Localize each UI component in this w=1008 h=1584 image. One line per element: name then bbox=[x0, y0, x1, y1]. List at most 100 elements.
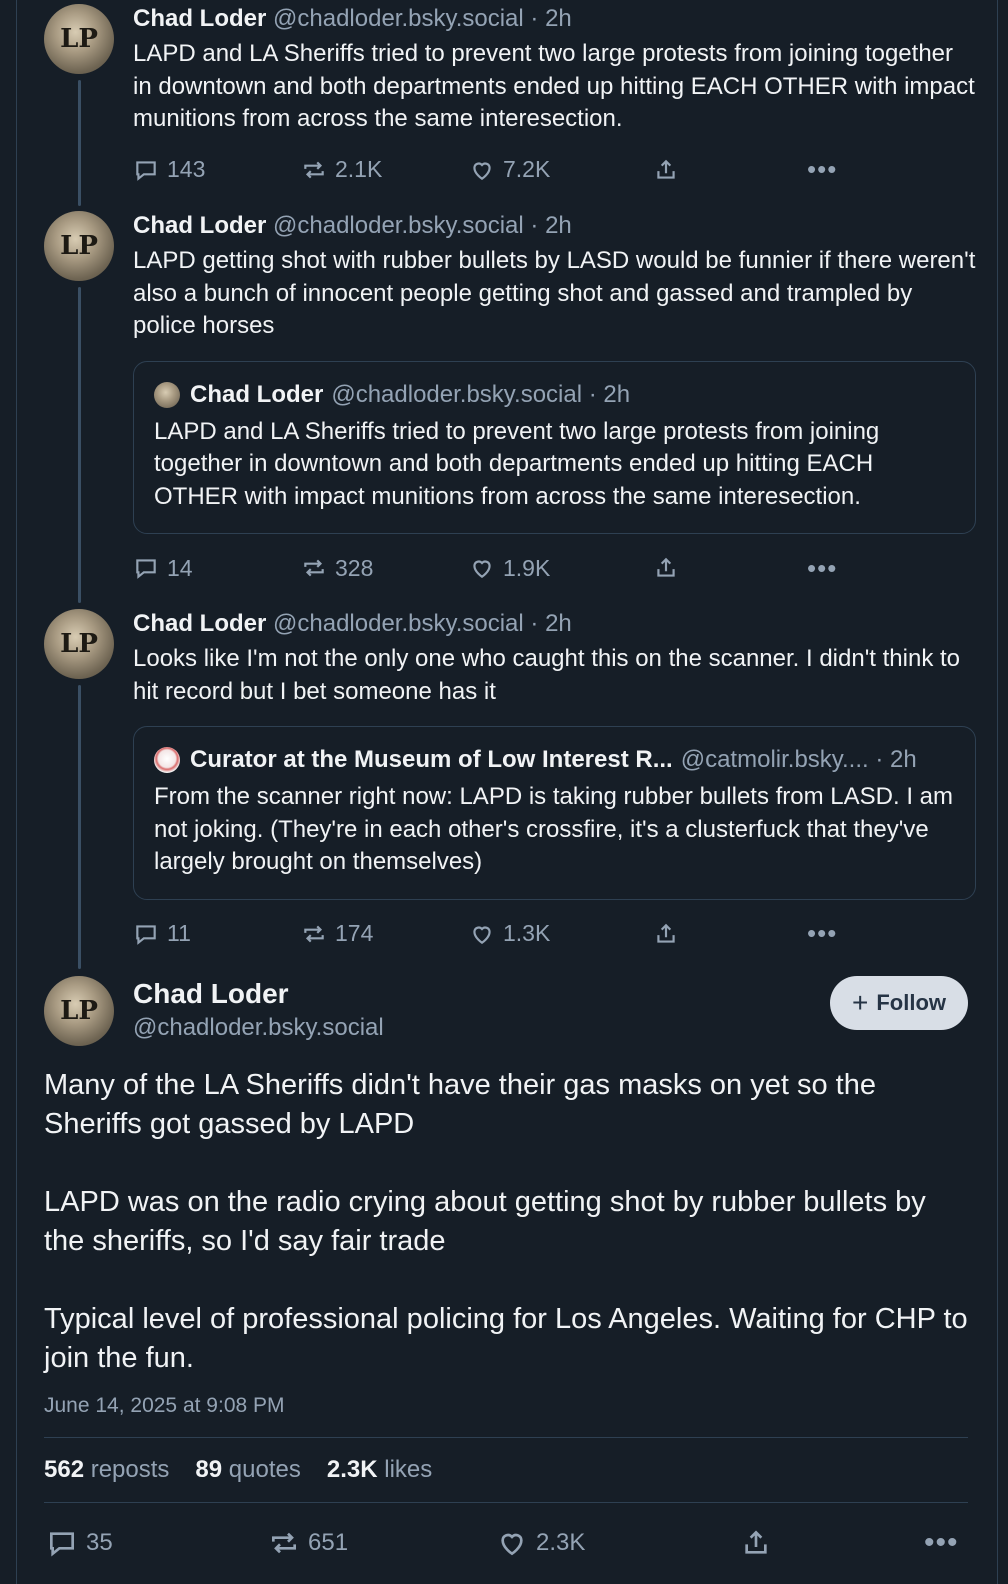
share-button[interactable] bbox=[653, 150, 679, 190]
thread-post[interactable]: LP Chad Loder @chadloder.bsky.social · 2… bbox=[44, 4, 976, 206]
reply-count: 11 bbox=[167, 920, 191, 946]
repost-button[interactable]: 174 bbox=[301, 914, 373, 954]
author-handle[interactable]: @chadloder.bsky.social bbox=[273, 610, 524, 637]
repost-icon bbox=[304, 925, 324, 942]
quoted-author-handle: @chadloder.bsky.social bbox=[331, 380, 583, 408]
repost-button[interactable]: 328 bbox=[301, 548, 373, 588]
reply-button[interactable]: 14 bbox=[133, 548, 193, 588]
quoted-avatar bbox=[154, 381, 180, 408]
heart-icon bbox=[473, 560, 491, 578]
post-actions: 14 328 1.9K ••• bbox=[133, 548, 976, 588]
heart-icon bbox=[473, 162, 491, 180]
post-time: · 2h bbox=[530, 212, 572, 239]
like-count: 1.9K bbox=[503, 554, 551, 581]
follow-button[interactable]: + Follow bbox=[830, 976, 968, 1030]
reposts-stat[interactable]: 562 reposts bbox=[44, 1456, 169, 1484]
post-paragraph: Many of the LA Sheriffs didn't have thei… bbox=[44, 1069, 876, 1140]
repost-icon bbox=[272, 1532, 296, 1554]
heart-icon bbox=[473, 926, 491, 944]
focused-post-text: Many of the LA Sheriffs didn't have thei… bbox=[44, 1066, 968, 1378]
author-name[interactable]: Chad Loder bbox=[133, 5, 266, 32]
avatar[interactable]: LP bbox=[44, 976, 114, 1046]
more-icon: ••• bbox=[807, 552, 838, 583]
thread-post[interactable]: LP Chad Loder @chadloder.bsky.social · 2… bbox=[44, 609, 976, 969]
share-icon bbox=[657, 557, 675, 577]
more-options-button[interactable]: ••• bbox=[807, 548, 837, 588]
author-name[interactable]: Chad Loder bbox=[133, 212, 266, 239]
reply-button[interactable]: 35 bbox=[46, 1523, 113, 1563]
more-icon: ••• bbox=[807, 918, 838, 948]
quoted-avatar bbox=[154, 747, 180, 773]
post-text: LAPD getting shot with rubber bullets by… bbox=[133, 247, 976, 339]
post-time: · 2h bbox=[530, 5, 572, 32]
focused-post: LP Chad Loder @chadloder.bsky.social + F… bbox=[44, 976, 968, 1583]
repost-count: 651 bbox=[308, 1529, 349, 1556]
avatar[interactable]: LP bbox=[44, 609, 114, 679]
likes-stat[interactable]: 2.3K likes bbox=[327, 1456, 432, 1484]
quoted-author-name: Curator at the Museum of Low Interest R.… bbox=[190, 746, 673, 773]
post-paragraph: LAPD was on the radio crying about getti… bbox=[44, 1186, 926, 1257]
thread-connector-line bbox=[78, 685, 81, 969]
avatar[interactable]: LP bbox=[44, 4, 114, 74]
like-button[interactable]: 2.3K bbox=[496, 1523, 585, 1563]
like-button[interactable]: 1.9K bbox=[469, 548, 550, 588]
plus-icon: + bbox=[851, 987, 869, 1018]
post-meta: Chad Loder @chadloder.bsky.social · 2h bbox=[133, 4, 976, 34]
post-timestamp: June 14, 2025 at 9:08 PM bbox=[44, 1394, 285, 1417]
author-handle[interactable]: @chadloder.bsky.social bbox=[273, 212, 524, 239]
thread-post[interactable]: LP Chad Loder @chadloder.bsky.social · 2… bbox=[44, 211, 976, 603]
avatar[interactable]: LP bbox=[44, 211, 114, 281]
feed-panel: LP Chad Loder @chadloder.bsky.social · 2… bbox=[0, 0, 1008, 1584]
reposts-stat-count: 562 bbox=[44, 1456, 85, 1483]
author-name[interactable]: Chad Loder bbox=[133, 978, 289, 1010]
post-meta: Chad Loder @chadloder.bsky.social · 2h bbox=[133, 609, 976, 639]
more-options-button[interactable]: ••• bbox=[807, 150, 837, 190]
quoted-post-text: LAPD and LA Sheriffs tried to prevent tw… bbox=[154, 417, 880, 510]
follow-label: Follow bbox=[876, 990, 946, 1015]
author-handle[interactable]: @chadloder.bsky.social bbox=[133, 1014, 384, 1042]
repost-button[interactable]: 651 bbox=[268, 1523, 348, 1563]
post-stats: 562 reposts 89 quotes 2.3K likes bbox=[44, 1438, 968, 1502]
share-button[interactable] bbox=[740, 1523, 772, 1563]
share-button[interactable] bbox=[653, 914, 679, 954]
likes-stat-label: likes bbox=[384, 1456, 433, 1483]
author-name[interactable]: Chad Loder bbox=[133, 610, 266, 637]
quoted-post-meta: Chad Loder @chadloder.bsky.social · 2h bbox=[154, 380, 955, 410]
more-options-button[interactable]: ••• bbox=[924, 1523, 959, 1563]
post-actions: 11 174 1.3K ••• bbox=[133, 914, 976, 954]
avatar-image: LP bbox=[60, 231, 98, 261]
reply-count: 14 bbox=[167, 554, 193, 581]
avatar-image: LP bbox=[60, 24, 98, 54]
author-handle[interactable]: @chadloder.bsky.social bbox=[273, 5, 524, 32]
reply-button[interactable]: 143 bbox=[133, 150, 205, 190]
share-button[interactable] bbox=[653, 548, 679, 588]
repost-button[interactable]: 2.1K bbox=[301, 150, 382, 190]
reply-icon bbox=[136, 559, 156, 579]
reply-icon bbox=[136, 160, 156, 181]
share-icon bbox=[657, 159, 675, 179]
reply-icon bbox=[136, 924, 156, 945]
repost-icon bbox=[304, 161, 324, 178]
like-count: 7.2K bbox=[503, 156, 551, 182]
quoted-post-text: From the scanner right now: LAPD is taki… bbox=[154, 783, 953, 875]
quotes-stat[interactable]: 89 quotes bbox=[195, 1456, 300, 1484]
quoted-author-name: Chad Loder bbox=[190, 380, 324, 408]
share-icon bbox=[657, 923, 675, 943]
quoted-post[interactable]: Curator at the Museum of Low Interest R.… bbox=[133, 726, 976, 900]
repost-icon bbox=[304, 559, 324, 577]
more-options-button[interactable]: ••• bbox=[807, 914, 837, 954]
quoted-post-time: · 2h bbox=[875, 746, 917, 773]
quotes-stat-count: 89 bbox=[195, 1456, 223, 1483]
reply-button[interactable]: 11 bbox=[133, 914, 191, 954]
quoted-post[interactable]: Chad Loder @chadloder.bsky.social · 2h L… bbox=[133, 360, 976, 534]
heart-icon bbox=[501, 1533, 523, 1556]
focused-post-actions: 35 651 2.3K ••• bbox=[44, 1503, 968, 1583]
like-button[interactable]: 7.2K bbox=[469, 150, 550, 190]
more-icon: ••• bbox=[807, 154, 838, 184]
like-button[interactable]: 1.3K bbox=[469, 914, 550, 954]
thread-connector-line bbox=[78, 287, 81, 603]
post-actions: 143 2.1K 7.2K ••• bbox=[133, 150, 976, 190]
share-icon bbox=[745, 1530, 767, 1554]
avatar-image: LP bbox=[60, 629, 98, 659]
like-count: 2.3K bbox=[536, 1529, 586, 1556]
